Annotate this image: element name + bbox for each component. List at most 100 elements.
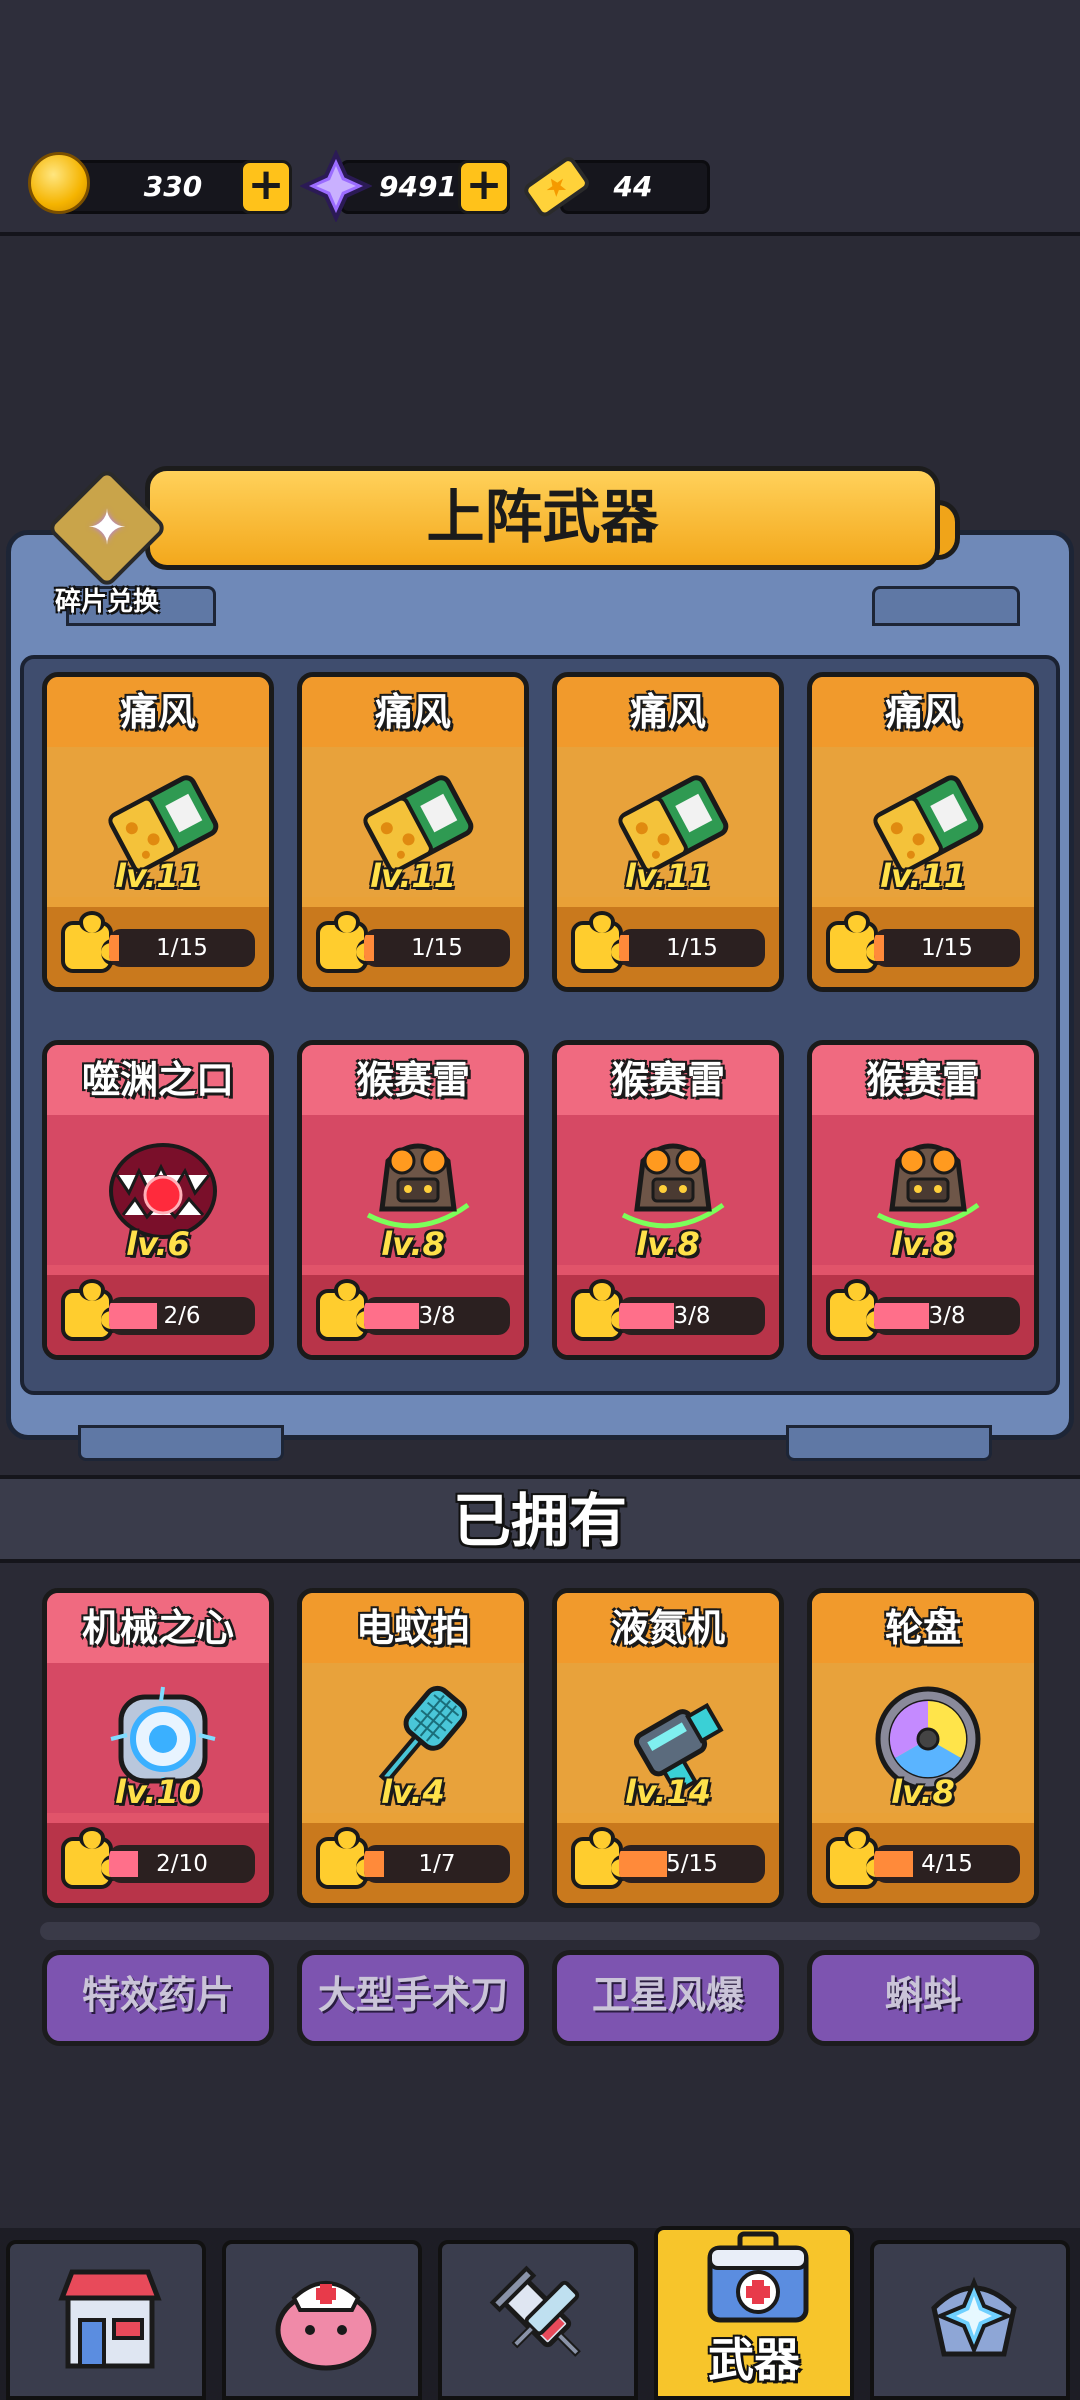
weapon-name: 猴赛雷 xyxy=(812,1045,1034,1115)
sparkle-icon: ✦ xyxy=(86,500,128,556)
deck-weapon-card[interactable]: 猴赛雷 lv.8 3/8 xyxy=(552,1040,784,1360)
nav-tab-syringe[interactable] xyxy=(438,2240,638,2400)
card-footer: 1/15 xyxy=(557,907,779,987)
nav-tab-shop[interactable] xyxy=(6,2240,206,2400)
shard-progress-text: 5/15 xyxy=(666,1851,718,1877)
shard-progress-text: 3/8 xyxy=(673,1303,711,1329)
shard-exchange-label: 碎片兑换 xyxy=(54,587,159,617)
owned-weapon-card[interactable]: 液氮机 lv.14 5/15 xyxy=(552,1588,784,1908)
weapon-name: 痛风 xyxy=(557,677,779,747)
weapon-level: lv.11 xyxy=(115,857,201,895)
card-footer: 3/8 xyxy=(302,1275,524,1355)
weapon-level: lv.10 xyxy=(115,1773,201,1811)
shop-icon xyxy=(58,2269,162,2369)
card-footer: 2/6 xyxy=(47,1275,269,1355)
weapon-level: lv.6 xyxy=(126,1225,190,1263)
owned-weapon-card[interactable]: 机械之心 lv.10 2/10 xyxy=(42,1588,274,1908)
owned-weapon-card[interactable]: 电蚊拍 lv.4 1/7 xyxy=(297,1588,529,1908)
add-gems-button[interactable]: + xyxy=(458,160,510,214)
weapon-name: 电蚊拍 xyxy=(302,1593,524,1663)
deck-weapon-card[interactable]: 痛风 lv.11 1/15 xyxy=(807,672,1039,992)
weapon-name: 机械之心 xyxy=(47,1593,269,1663)
weapon-level: lv.11 xyxy=(370,857,456,895)
card-footer: 4/15 xyxy=(812,1823,1034,1903)
panel-foot-right xyxy=(786,1425,992,1461)
weapon-level: lv.8 xyxy=(636,1225,700,1263)
coin-icon xyxy=(28,152,90,214)
puzzle-piece-icon xyxy=(61,911,123,973)
owned-section-title: 已拥有 xyxy=(0,1475,1080,1563)
shard-progress-text: 1/15 xyxy=(921,935,973,961)
deck-weapon-card[interactable]: 猴赛雷 lv.8 3/8 xyxy=(297,1040,529,1360)
locked-weapon-chip[interactable]: 蝌蚪 xyxy=(807,1950,1039,2046)
shard-progress-bar: 1/15 xyxy=(364,929,510,967)
locked-weapon-chip[interactable]: 卫星风爆 xyxy=(552,1950,784,2046)
add-coins-button[interactable]: + xyxy=(240,160,292,214)
weapon-level: lv.8 xyxy=(381,1225,445,1263)
medkit-icon xyxy=(707,2231,809,2323)
puzzle-piece-icon xyxy=(826,1279,888,1341)
ticket-icon xyxy=(524,157,589,217)
card-footer: 3/8 xyxy=(557,1275,779,1355)
shard-progress-bar: 4/15 xyxy=(874,1845,1020,1883)
shard-exchange-button[interactable]: ✦ 碎片兑换 xyxy=(44,467,170,625)
weapon-name: 轮盘 xyxy=(812,1593,1034,1663)
shard-progress-bar: 3/8 xyxy=(619,1297,765,1335)
puzzle-piece-icon xyxy=(316,1279,378,1341)
shard-progress-text: 4/15 xyxy=(921,1851,973,1877)
weapon-name: 猴赛雷 xyxy=(302,1045,524,1115)
shard-progress-text: 3/8 xyxy=(928,1303,966,1329)
shard-progress-text: 1/15 xyxy=(411,935,463,961)
nav-tab-weapons-label: 武器 xyxy=(708,2333,800,2387)
weapon-level: lv.14 xyxy=(625,1773,711,1811)
puzzle-piece-icon xyxy=(316,911,378,973)
card-footer: 1/15 xyxy=(47,907,269,987)
locked-weapon-chip[interactable]: 大型手术刀 xyxy=(297,1950,529,2046)
shard-progress-text: 1/15 xyxy=(156,935,208,961)
shard-progress-text: 2/6 xyxy=(163,1303,201,1329)
deck-weapon-card[interactable]: 痛风 lv.11 1/15 xyxy=(297,672,529,992)
deck-weapon-card[interactable]: 痛风 lv.11 1/15 xyxy=(42,672,274,992)
deck-weapon-card[interactable]: 痛风 lv.11 1/15 xyxy=(552,672,784,992)
nav-tab-weapons[interactable]: 武器 xyxy=(654,2226,854,2400)
shard-progress-bar: 5/15 xyxy=(619,1845,765,1883)
weapon-level: lv.11 xyxy=(625,857,711,895)
owned-weapon-card[interactable]: 轮盘 lv.8 4/15 xyxy=(807,1588,1039,1908)
weapon-level: lv.8 xyxy=(891,1225,955,1263)
shard-progress-bar: 2/10 xyxy=(109,1845,255,1883)
deck-title: 上阵武器 xyxy=(145,466,940,570)
weapon-name: 猴赛雷 xyxy=(557,1045,779,1115)
shard-progress-text: 1/15 xyxy=(666,935,718,961)
shard-progress-text: 2/10 xyxy=(156,1851,208,1877)
card-footer: 3/8 xyxy=(812,1275,1034,1355)
syringe-icon xyxy=(489,2265,581,2357)
puzzle-piece-icon xyxy=(316,1827,378,1889)
weapon-name: 痛风 xyxy=(812,677,1034,747)
shard-progress-bar: 3/8 xyxy=(874,1297,1020,1335)
weapon-level: lv.11 xyxy=(880,857,966,895)
locked-weapon-chip[interactable]: 特效药片 xyxy=(42,1950,274,2046)
weapon-name: 液氮机 xyxy=(557,1593,779,1663)
weapon-name: 噬渊之口 xyxy=(47,1045,269,1115)
bottom-nav: 武器 xyxy=(0,2226,1080,2400)
card-footer: 1/7 xyxy=(302,1823,524,1903)
weapon-name: 痛风 xyxy=(47,677,269,747)
shard-progress-bar: 1/15 xyxy=(619,929,765,967)
crystal-emblem-icon xyxy=(931,2276,1017,2357)
shard-progress-bar: 3/8 xyxy=(364,1297,510,1335)
gem-icon xyxy=(300,150,372,222)
nav-tab-brain[interactable] xyxy=(222,2240,422,2400)
card-footer: 1/15 xyxy=(302,907,524,987)
weapon-level: lv.4 xyxy=(381,1773,445,1811)
shard-progress-bar: 1/15 xyxy=(874,929,1020,967)
shard-progress-text: 3/8 xyxy=(418,1303,456,1329)
deck-weapon-card[interactable]: 猴赛雷 lv.8 3/8 xyxy=(807,1040,1039,1360)
deck-weapon-card[interactable]: 噬渊之口 lv.6 2/6 xyxy=(42,1040,274,1360)
card-footer: 2/10 xyxy=(47,1823,269,1903)
card-footer: 1/15 xyxy=(812,907,1034,987)
card-footer: 5/15 xyxy=(557,1823,779,1903)
section-divider xyxy=(40,1922,1040,1940)
nurse-brain-icon xyxy=(275,2281,377,2371)
nav-tab-emblem[interactable] xyxy=(870,2240,1070,2400)
puzzle-piece-icon xyxy=(826,1827,888,1889)
